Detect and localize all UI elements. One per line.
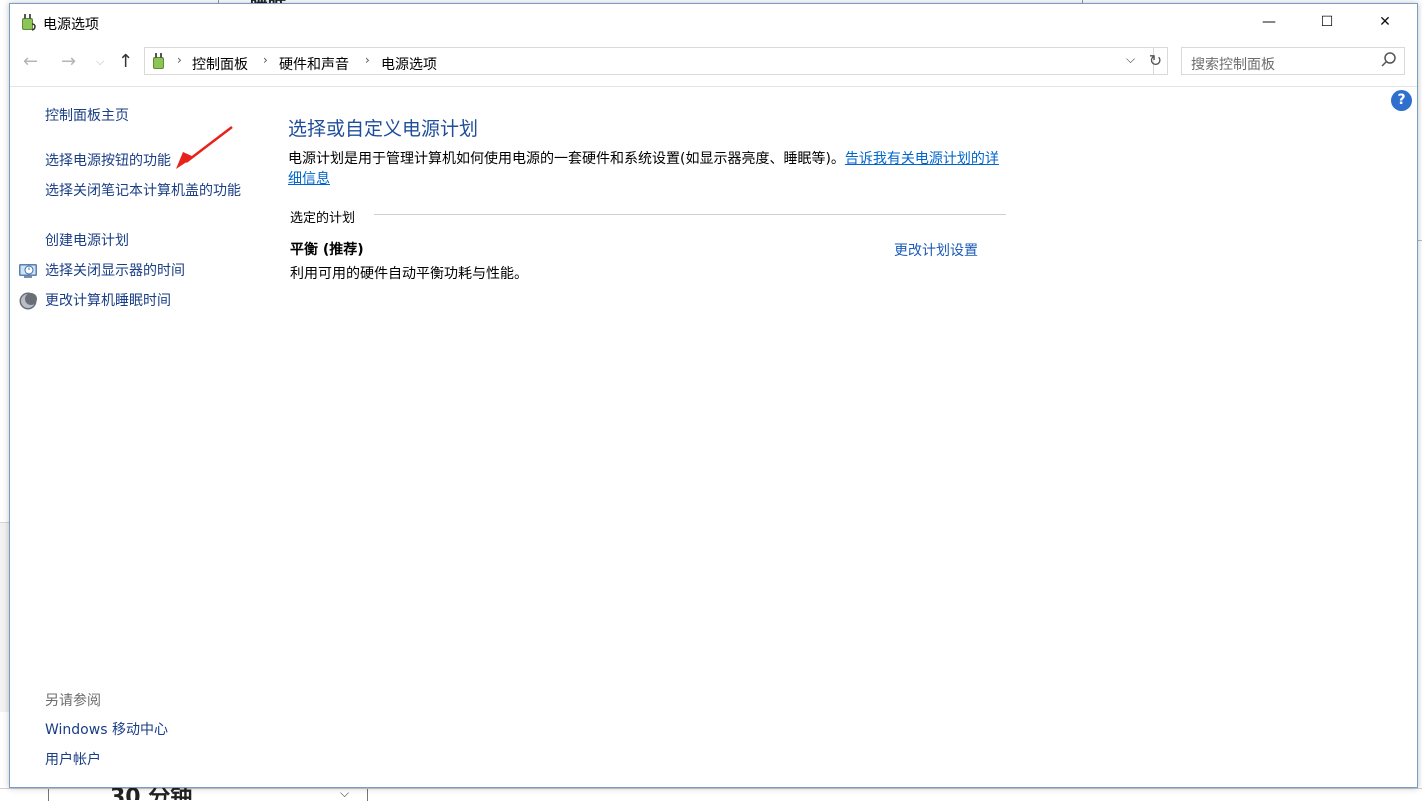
background-window-right [1418, 0, 1422, 801]
power-options-window: 电源选项 — ☐ ✕ ← → ⌵ ↑ › 控制面板 › 硬件和声音 › 电源选项… [9, 3, 1418, 788]
change-plan-settings-link[interactable]: 更改计划设置 [894, 240, 978, 260]
chevron-down-icon: ⌵ [340, 786, 350, 800]
breadcrumb-separator-icon[interactable]: › [263, 53, 268, 67]
minimize-icon: — [1262, 14, 1276, 30]
refresh-button[interactable]: ↻ [1144, 47, 1168, 75]
selected-plan-label: 选定的计划 [290, 211, 356, 226]
create-power-plan-link[interactable]: 创建电源计划 [45, 231, 129, 251]
page-description: 电源计划是用于管理计算机如何使用电源的一套硬件和系统设置(如显示器亮度、睡眠等)… [288, 149, 1008, 189]
red-arrow-annotation-icon [176, 126, 233, 169]
user-accounts-link[interactable]: 用户帐户 [45, 750, 101, 770]
background-window-bottom: 30 分钟 ⌵ [0, 786, 1422, 801]
search-icon[interactable] [1380, 51, 1398, 69]
description-text: 电源计划是用于管理计算机如何使用电源的一套硬件和系统设置(如显示器亮度、睡眠等)… [288, 151, 845, 167]
breadcrumb-power-options[interactable]: 电源选项 [381, 54, 437, 74]
see-also-label: 另请参阅 [45, 693, 101, 709]
breadcrumb-control-panel[interactable]: 控制面板 [192, 54, 248, 74]
back-arrow-icon[interactable]: ← [23, 52, 38, 72]
lid-close-settings-link[interactable]: 选择关闭笔记本计算机盖的功能 [45, 181, 250, 201]
display-off-icon [19, 264, 37, 278]
power-options-icon [153, 53, 164, 69]
search-box[interactable]: 搜索控制面板 [1181, 47, 1405, 75]
maximize-icon: ☐ [1320, 14, 1334, 30]
window-title: 电源选项 [43, 17, 99, 33]
plan-name: 平衡 (推荐) [290, 242, 364, 258]
up-arrow-icon[interactable]: ↑ [118, 52, 133, 72]
address-bar[interactable]: › 控制面板 › 硬件和声音 › 电源选项 ⌵ [144, 47, 1154, 75]
sleep-time-link[interactable]: 更改计算机睡眠时间 [45, 291, 171, 311]
background-dropdown-value: 30 分钟 [110, 787, 193, 800]
background-window-left [0, 0, 9, 801]
breadcrumb-hardware-sound[interactable]: 硬件和声音 [279, 54, 349, 74]
forward-arrow-icon[interactable]: → [61, 52, 76, 72]
divider [374, 214, 1006, 215]
plan-description: 利用可用的硬件自动平衡功耗与性能。 [290, 266, 528, 282]
breadcrumb-separator-icon[interactable]: › [177, 53, 182, 67]
windows-mobility-center-link[interactable]: Windows 移动中心 [45, 720, 168, 740]
refresh-icon: ↻ [1148, 51, 1163, 70]
search-input[interactable]: 搜索控制面板 [1191, 54, 1275, 74]
power-options-icon [22, 14, 36, 31]
maximize-button[interactable]: ☐ [1298, 4, 1356, 40]
minimize-button[interactable]: — [1240, 4, 1298, 40]
divider [10, 86, 1417, 87]
close-icon: ✕ [1379, 14, 1391, 30]
control-panel-home-link[interactable]: 控制面板主页 [45, 106, 129, 126]
recent-locations-chevron-icon[interactable]: ⌵ [96, 52, 104, 72]
help-button[interactable]: ? [1391, 90, 1412, 111]
breadcrumb-separator-icon[interactable]: › [365, 53, 370, 67]
page-title: 选择或自定义电源计划 [288, 118, 479, 140]
background-dropdown [48, 789, 368, 801]
title-bar: 电源选项 — ☐ ✕ [10, 4, 1417, 40]
display-off-time-link[interactable]: 选择关闭显示器的时间 [45, 261, 185, 281]
navigation-bar: ← → ⌵ ↑ › 控制面板 › 硬件和声音 › 电源选项 ⌵ ↻ 搜索控制面板 [10, 44, 1417, 80]
close-button[interactable]: ✕ [1356, 4, 1414, 40]
sleep-moon-icon [19, 292, 37, 310]
power-button-settings-link[interactable]: 选择电源按钮的功能 [45, 151, 171, 171]
chevron-down-icon[interactable]: ⌵ [1126, 52, 1135, 67]
